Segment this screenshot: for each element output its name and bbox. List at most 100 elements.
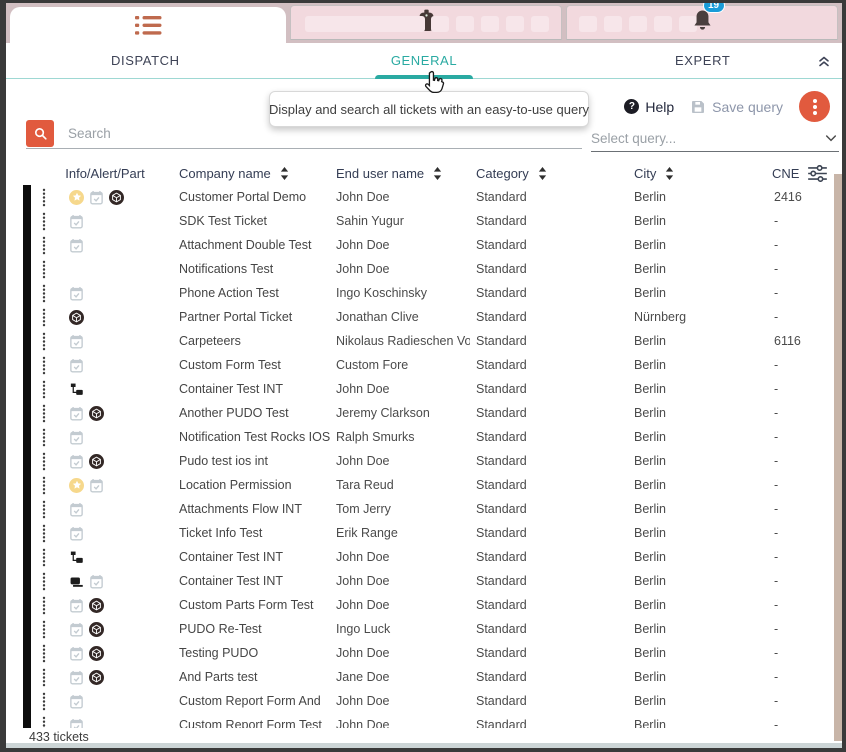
collapse-panel-icon[interactable]	[816, 52, 832, 74]
table-row[interactable]: Notification Test Rocks IOSRalph SmurksS…	[6, 425, 842, 449]
row-menu-icon[interactable]	[31, 452, 56, 471]
query-select[interactable]: Select query...	[591, 125, 839, 152]
sort-icon[interactable]	[538, 167, 547, 180]
sort-icon[interactable]	[433, 167, 442, 180]
row-menu-icon[interactable]	[31, 668, 56, 687]
table-row[interactable]: PUDO Re-TestIngo LuckStandardBerlin-	[6, 617, 842, 641]
row-menu-icon[interactable]	[31, 284, 56, 303]
sort-icon[interactable]	[665, 167, 674, 180]
table-row[interactable]: Custom Form TestCustom ForeStandardBerli…	[6, 353, 842, 377]
company-name-cell: Notifications Test	[173, 262, 330, 276]
filter-icon[interactable]	[807, 165, 828, 182]
column-label: Company name	[179, 166, 271, 181]
end-user-name-cell: Nikolaus Radieschen Vold...	[330, 334, 470, 348]
cne-cell: -	[768, 454, 842, 468]
cne-cell: -	[768, 694, 842, 708]
row-menu-icon[interactable]	[31, 188, 56, 207]
table-row[interactable]: Another PUDO TestJeremy ClarksonStandard…	[6, 401, 842, 425]
row-menu-icon[interactable]	[31, 716, 56, 729]
table-row[interactable]: Phone Action TestIngo KoschinskyStandard…	[6, 281, 842, 305]
row-status-bar	[23, 209, 31, 233]
sort-icon[interactable]	[280, 167, 289, 180]
row-menu-icon[interactable]	[31, 476, 56, 495]
help-button[interactable]: ? Help	[624, 99, 674, 115]
table-row[interactable]: Customer Portal DemoJohn DoeStandardBerl…	[6, 185, 842, 209]
table-row[interactable]: Custom Report Form TestJohn DoeStandardB…	[6, 713, 842, 728]
search-input[interactable]	[54, 126, 582, 141]
table-row[interactable]: Testing PUDOJohn DoeStandardBerlin-	[6, 641, 842, 665]
save-query-button[interactable]: Save query	[690, 99, 783, 115]
table-row[interactable]: Attachment Double TestJohn DoeStandardBe…	[6, 233, 842, 257]
cne-cell: -	[768, 238, 842, 252]
table-row[interactable]: SDK Test TicketSahin YugurStandardBerlin…	[6, 209, 842, 233]
nav-tabs: DISPATCH GENERAL EXPERT	[6, 43, 842, 79]
column-header-city[interactable]: City	[628, 166, 768, 181]
city-cell: Berlin	[628, 670, 768, 684]
table-row[interactable]: Notifications TestJohn DoeStandardBerlin…	[6, 257, 842, 281]
table-row[interactable]: Pudo test ios intJohn DoeStandardBerlin-	[6, 449, 842, 473]
row-menu-icon[interactable]	[31, 428, 56, 447]
row-menu-icon[interactable]	[31, 500, 56, 519]
table-row[interactable]: CarpeteersNikolaus Radieschen Vold...Sta…	[6, 329, 842, 353]
package-icon	[89, 622, 104, 637]
cne-cell: -	[768, 382, 842, 396]
category-cell: Standard	[470, 382, 628, 396]
cne-cell: -	[768, 670, 842, 684]
column-header-info: Info/Alert/Part	[23, 166, 173, 181]
row-status-bar	[23, 185, 31, 209]
tab-ticket-list[interactable]	[10, 7, 286, 43]
row-menu-icon[interactable]	[31, 692, 56, 711]
table-row[interactable]: Container Test INTJohn DoeStandardBerlin…	[6, 545, 842, 569]
company-name-cell: Attachments Flow INT	[173, 502, 330, 516]
table-header: Info/Alert/Part Company name End user na…	[6, 161, 834, 185]
tab-parts[interactable]	[290, 5, 562, 40]
company-name-cell: Partner Portal Ticket	[173, 310, 330, 324]
table-row[interactable]: Container Test INTJohn DoeStandardBerlin…	[6, 569, 842, 593]
row-status-bar	[23, 449, 31, 473]
table-row[interactable]: Partner Portal TicketJonathan CliveStand…	[6, 305, 842, 329]
row-menu-icon[interactable]	[31, 524, 56, 543]
more-options-button[interactable]	[799, 91, 830, 122]
tab-general[interactable]: GENERAL	[285, 43, 564, 78]
end-user-name-cell: John Doe	[330, 190, 470, 204]
row-menu-icon[interactable]	[31, 332, 56, 351]
vertical-scrollbar[interactable]	[834, 174, 842, 741]
tab-dispatch[interactable]: DISPATCH	[6, 43, 285, 78]
row-menu-icon[interactable]	[31, 236, 56, 255]
row-icons	[56, 598, 173, 613]
column-header-category[interactable]: Category	[470, 166, 628, 181]
ticket-count: 433 tickets	[29, 730, 89, 744]
table-row[interactable]: Container Test INTJohn DoeStandardBerlin…	[6, 377, 842, 401]
row-menu-icon[interactable]	[31, 308, 56, 327]
row-menu-icon[interactable]	[31, 572, 56, 591]
category-cell: Standard	[470, 622, 628, 636]
cne-cell: 2416	[768, 190, 842, 204]
company-name-cell: Container Test INT	[173, 550, 330, 564]
table-row[interactable]: Custom Parts Form TestJohn DoeStandardBe…	[6, 593, 842, 617]
column-header-enduser[interactable]: End user name	[330, 166, 470, 181]
row-menu-icon[interactable]	[31, 212, 56, 231]
column-header-company[interactable]: Company name	[173, 166, 330, 181]
tab-expert[interactable]: EXPERT	[563, 43, 842, 78]
table-row[interactable]: Ticket Info TestErik RangeStandardBerlin…	[6, 521, 842, 545]
category-cell: Standard	[470, 214, 628, 228]
city-cell: Berlin	[628, 358, 768, 372]
table-row[interactable]: Attachments Flow INTTom JerryStandardBer…	[6, 497, 842, 521]
row-menu-icon[interactable]	[31, 380, 56, 399]
row-menu-icon[interactable]	[31, 644, 56, 663]
table-row[interactable]: Custom Report Form AndJohn DoeStandardBe…	[6, 689, 842, 713]
search-button[interactable]	[26, 120, 54, 147]
column-header-cne[interactable]: CNE	[768, 165, 834, 182]
row-menu-icon[interactable]	[31, 596, 56, 615]
table-row[interactable]: Location PermissionTara ReudStandardBerl…	[6, 473, 842, 497]
tab-notifications[interactable]: 19	[566, 5, 838, 40]
row-menu-icon[interactable]	[31, 356, 56, 375]
table-row[interactable]: And Parts testJane DoeStandardBerlin-	[6, 665, 842, 689]
row-menu-icon[interactable]	[31, 404, 56, 423]
row-menu-icon[interactable]	[31, 260, 56, 279]
calendar-check-icon	[69, 646, 84, 661]
company-name-cell: Attachment Double Test	[173, 238, 330, 252]
row-menu-icon[interactable]	[31, 548, 56, 567]
row-menu-icon[interactable]	[31, 620, 56, 639]
calendar-check-icon	[89, 574, 104, 589]
